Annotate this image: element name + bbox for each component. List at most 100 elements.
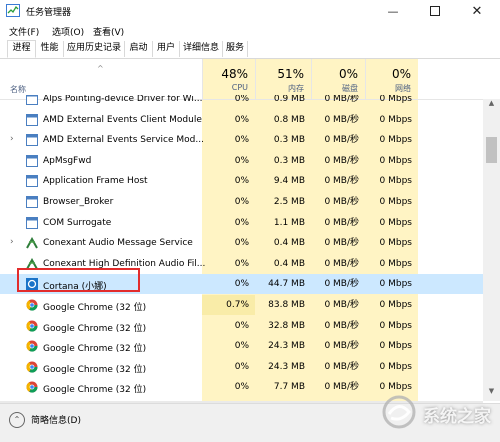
process-name: Google Chrome (32 位) xyxy=(43,385,147,396)
cell-cpu: 0% xyxy=(234,135,249,146)
cell-net: 0 Mbps xyxy=(379,361,412,372)
process-name: AMD External Events Service Mod... xyxy=(43,135,204,146)
header-mem-label: 内存 xyxy=(288,84,304,93)
process-name: Application Frame Host xyxy=(43,176,148,187)
highlight-box xyxy=(17,268,140,292)
vertical-scrollbar[interactable]: ▲ ▼ xyxy=(483,99,500,401)
cell-mem: 0.3 MB xyxy=(273,155,305,166)
tab-performance[interactable]: 性能 xyxy=(36,41,64,57)
table-row[interactable]: › Conexant Audio Message Service 0% 0.4 MB 0… xyxy=(0,233,483,253)
table-row[interactable]: COM Surrogate 0% 1.1 MB 0 MB/秒 0 Mbps xyxy=(0,213,483,233)
cell-disk: 0 MB/秒 xyxy=(324,95,359,104)
cell-cpu: 0% xyxy=(234,320,249,331)
table-row[interactable]: Google Chrome (32 位) 0.7% 83.8 MB 0 MB/秒 0 M… xyxy=(0,295,483,315)
table-row[interactable]: Browser_Broker 0% 2.5 MB 0 MB/秒 0 Mbps xyxy=(0,192,483,212)
expand-chevron-icon[interactable]: › xyxy=(10,237,14,247)
app-icon xyxy=(26,95,38,105)
cell-cpu: 0.7% xyxy=(202,295,255,315)
maximize-button[interactable] xyxy=(414,0,456,22)
cell-disk: 0 MB/秒 xyxy=(324,279,359,290)
chrome-icon xyxy=(26,361,38,373)
cell-cpu: 0% xyxy=(234,95,249,104)
header-network[interactable]: 0% 网络 xyxy=(365,59,419,99)
cell-net: 0 Mbps xyxy=(379,135,412,146)
cell-disk: 0 MB/秒 xyxy=(324,382,359,393)
cell-net: 0 Mbps xyxy=(379,155,412,166)
cell-disk: 0 MB/秒 xyxy=(324,176,359,187)
cell-mem: 24.3 MB xyxy=(268,361,305,372)
header-net-pct: 0% xyxy=(391,67,411,81)
table-row[interactable]: Google Chrome (32 位) 0% 32.8 MB 0 MB/秒 0 Mbp… xyxy=(0,316,483,336)
header-disk-label: 磁盘 xyxy=(342,84,358,93)
cell-mem: 0.3 MB xyxy=(273,135,305,146)
table-row[interactable]: ApMsgFwd 0% 0.3 MB 0 MB/秒 0 Mbps xyxy=(0,151,483,171)
cell-mem: 0.8 MB xyxy=(273,114,305,125)
task-manager-icon xyxy=(6,4,20,17)
minimize-icon: — xyxy=(387,4,399,18)
window-title: 任务管理器 xyxy=(26,8,72,18)
tab-details[interactable]: 详细信息 xyxy=(180,41,223,57)
cell-cpu: 0% xyxy=(234,361,249,372)
scroll-thumb[interactable] xyxy=(486,137,497,163)
tab-services[interactable]: 服务 xyxy=(223,41,248,57)
watermark-text: 系统之家 xyxy=(423,407,491,427)
header-memory[interactable]: 51% 内存 xyxy=(255,59,312,99)
table-row[interactable]: Application Frame Host 0% 9.4 MB 0 MB/秒 0 Mb… xyxy=(0,171,483,191)
table-row[interactable]: AMD External Events Client Module 0% 0.8 M… xyxy=(0,110,483,130)
cell-cpu: 0% xyxy=(234,197,249,207)
process-name: Google Chrome (32 位) xyxy=(43,364,147,375)
cell-disk: 0 MB/秒 xyxy=(324,155,359,166)
menu-file[interactable]: 文件(F) xyxy=(9,25,39,38)
cell-cpu: 0% xyxy=(234,176,249,187)
cell-net: 0 Mbps xyxy=(379,320,412,331)
header-name[interactable]: 名称 xyxy=(10,84,26,95)
cell-cpu: 0% xyxy=(234,279,249,290)
table-row[interactable]: Google Chrome (32 位) 0% 24.3 MB 0 MB/秒 0 Mbp… xyxy=(0,336,483,356)
menu-view[interactable]: 查看(V) xyxy=(93,25,124,38)
cell-mem: 1.1 MB xyxy=(273,217,305,228)
conexant-icon xyxy=(26,237,38,249)
process-name: Google Chrome (32 位) xyxy=(43,303,147,313)
tab-bar: 进程 性能 应用历史记录 启动 用户 详细信息 服务 xyxy=(0,39,500,59)
cell-net: 0 Mbps xyxy=(379,197,412,207)
cell-disk: 0 MB/秒 xyxy=(324,300,359,310)
scroll-up-icon[interactable]: ▲ xyxy=(483,99,500,113)
tab-app-history[interactable]: 应用历史记录 xyxy=(64,41,125,57)
collapse-up-icon[interactable]: ⌃ xyxy=(9,412,25,428)
cell-disk: 0 MB/秒 xyxy=(324,361,359,372)
tab-users[interactable]: 用户 xyxy=(153,41,180,57)
watermark-logo-icon xyxy=(382,395,416,429)
close-button[interactable]: ✕ xyxy=(456,0,498,22)
header-cpu[interactable]: 48% CPU xyxy=(202,59,256,99)
chrome-icon xyxy=(26,320,38,332)
cell-mem: 7.7 MB xyxy=(273,382,305,393)
cell-net: 0 Mbps xyxy=(379,279,412,290)
app-icon xyxy=(26,216,38,229)
cell-net: 0 Mbps xyxy=(379,341,412,352)
cell-disk: 0 MB/秒 xyxy=(324,341,359,352)
minimize-button[interactable]: — xyxy=(372,0,414,22)
menu-options[interactable]: 选项(O) xyxy=(52,25,84,38)
table-row[interactable]: Google Chrome (32 位) 0% 24.3 MB 0 MB/秒 0 Mbp… xyxy=(0,357,483,377)
cell-cpu: 0% xyxy=(234,341,249,352)
chrome-icon xyxy=(26,381,38,393)
tab-processes[interactable]: 进程 xyxy=(7,40,36,58)
watermark: 系统之家 xyxy=(379,392,497,432)
cell-disk: 0 MB/秒 xyxy=(324,135,359,146)
tab-startup[interactable]: 启动 xyxy=(125,41,153,57)
cell-net: 0 Mbps xyxy=(379,258,412,269)
header-disk-pct: 0% xyxy=(338,67,358,81)
cell-mem: 83.8 MB xyxy=(268,300,305,310)
fewer-details-link[interactable]: 简略信息(D) xyxy=(31,413,81,426)
cell-net: 0 Mbps xyxy=(379,217,412,228)
header-disk[interactable]: 0% 磁盘 xyxy=(311,59,366,99)
cell-net: 0 Mbps xyxy=(379,300,412,310)
cell-mem: 0.4 MB xyxy=(273,258,305,269)
app-icon xyxy=(26,175,38,188)
title-bar: 任务管理器 — ✕ xyxy=(0,0,500,22)
table-row[interactable]: Alps Pointing-device Driver for Wi... 0% 0… xyxy=(0,95,483,109)
cell-mem: 32.8 MB xyxy=(268,320,305,331)
cell-net: 0 Mbps xyxy=(379,114,412,125)
expand-chevron-icon[interactable]: › xyxy=(10,134,14,144)
table-row[interactable]: › AMD External Events Service Mod... 0% 0.3… xyxy=(0,130,483,150)
